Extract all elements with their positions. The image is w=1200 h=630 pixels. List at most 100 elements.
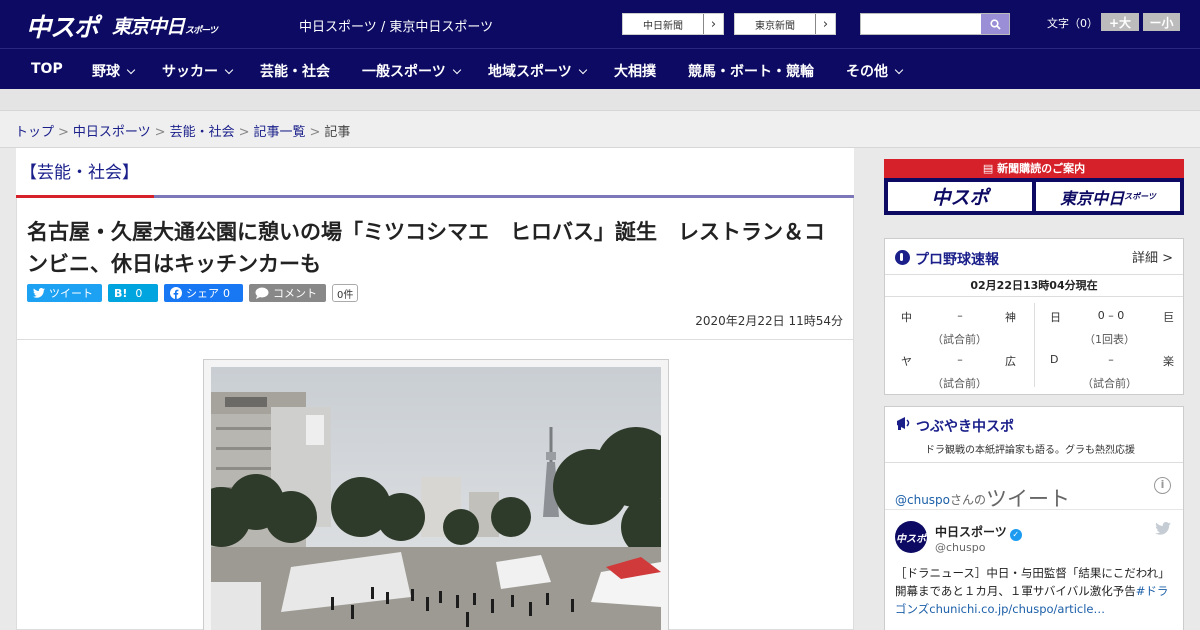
nav-label: TOP xyxy=(31,61,63,77)
timeline-word: ツイート xyxy=(986,487,1071,511)
nav-item-other[interactable]: その他 xyxy=(846,61,904,81)
twitter-timeline: @chuspoさんのツイート i 中スポ 中日スポーツ ✓ @chuspo ［ドラ… xyxy=(885,464,1183,630)
comment-button[interactable]: コメント xyxy=(249,284,326,302)
search-input[interactable] xyxy=(861,14,982,34)
baseball-card-header: プロ野球速報 詳細 > xyxy=(885,239,1183,275)
baseball-details-link[interactable]: 詳細 > xyxy=(1132,247,1173,266)
chevron-right-icon: › xyxy=(703,14,723,34)
chunichi-shimbun-label: 中日新聞 xyxy=(643,20,683,32)
nav-item-top[interactable]: TOP xyxy=(31,61,63,77)
game-away-team: 楽 xyxy=(1163,355,1174,368)
chevron-right-icon: › xyxy=(815,14,835,34)
timeline-handle[interactable]: @chuspo xyxy=(895,493,950,507)
verified-badge-icon: ✓ xyxy=(1009,529,1022,541)
site-header: 中スポ 東京中日スポーツ 中日スポーツ / 東京中日スポーツ 中日新聞 › 東京… xyxy=(0,0,1200,48)
game-score: – xyxy=(1108,353,1114,366)
font-size-label: 文字（0） xyxy=(1047,17,1098,30)
baseball-scores-card: プロ野球速報 詳細 > 02月22日13時04分現在 中 – 神 （試合前） 日… xyxy=(884,238,1184,395)
nav-label: 一般スポーツ xyxy=(362,64,446,80)
game-away-team: 巨 xyxy=(1163,311,1174,324)
twitter-card: つぶやき中スポ ドラ観戦の本紙評論家も語る。グラも熱烈応援 @chuspoさんの… xyxy=(884,406,1184,630)
font-smaller-button[interactable]: ー小 xyxy=(1143,13,1180,31)
tweet[interactable]: 中スポ 中日スポーツ ✓ @chuspo ［ドラニュース］中日・与田監督「結果にこ… xyxy=(885,510,1183,630)
article-photo[interactable] xyxy=(203,359,669,630)
tokyo-shimbun-label: 東京新聞 xyxy=(755,20,795,32)
nav-item-soccer[interactable]: サッカー xyxy=(162,61,234,81)
main-nav: TOP 野球 サッカー 芸能・社会 一般スポーツ 地域スポーツ 大相撲 競馬・ボ… xyxy=(0,48,1200,89)
timeline-title: @chuspoさんのツイート xyxy=(895,481,1070,511)
breadcrumb-top[interactable]: トップ xyxy=(15,125,54,140)
search-button[interactable] xyxy=(981,14,1009,34)
game-status: （試合前） xyxy=(932,377,987,390)
twitter-bird-icon xyxy=(33,288,45,298)
tokyo-subscribe-logo-text: 東京中日 xyxy=(1060,188,1125,208)
baseball-icon xyxy=(895,250,910,265)
facebook-share-button[interactable]: シェア 0 xyxy=(164,284,243,302)
game-status: （1回表） xyxy=(1084,333,1135,346)
chevron-down-icon xyxy=(578,65,587,75)
timeline-san: さんの xyxy=(950,493,987,507)
main-content: 【芸能・社会】 名古屋・久屋大通公園に憩いの場「ミツコシマエ ヒロバス」誕生 レ… xyxy=(16,148,854,630)
chuspo-logo[interactable]: 中スポ xyxy=(26,8,99,44)
nav-item-sumo[interactable]: 大相撲 xyxy=(614,61,656,81)
search-box xyxy=(860,13,1010,35)
twitter-card-subtitle: ドラ観戦の本紙評論家も語る。グラも熱烈応援 xyxy=(925,445,1135,456)
chevron-down-icon xyxy=(224,65,234,75)
subscription-title-text: 新聞購読のご案内 xyxy=(997,162,1086,175)
nav-item-racing[interactable]: 競馬・ボート・競輪 xyxy=(688,61,814,81)
nav-label: 大相撲 xyxy=(614,64,656,80)
breadcrumb-article-list[interactable]: 記事一覧 xyxy=(254,125,306,140)
site-tagline: 中日スポーツ / 東京中日スポーツ xyxy=(299,20,494,35)
game-home-team: 日 xyxy=(1050,311,1061,324)
comment-count: 0件 xyxy=(332,284,359,302)
nav-label: 競馬・ボート・競輪 xyxy=(688,64,814,80)
font-larger-button[interactable]: +大 xyxy=(1101,13,1139,31)
breadcrumb-bar: トップ > 中日スポーツ > 芸能・社会 > 記事一覧 > 記事 xyxy=(0,111,1200,148)
breadcrumb: トップ > 中日スポーツ > 芸能・社会 > 記事一覧 > 記事 xyxy=(15,121,350,140)
chunichi-shimbun-link[interactable]: 中日新聞 › xyxy=(622,13,724,35)
tweet-label: ツイート xyxy=(49,287,93,300)
chevron-down-icon xyxy=(894,65,904,75)
subscription-banner[interactable]: ▤ 新聞購読のご案内 中スポ 東京中日 スポーツ xyxy=(884,159,1184,215)
breadcrumb-current: 記事 xyxy=(324,125,351,140)
breadcrumb-separator: > xyxy=(58,125,69,140)
nav-label: 芸能・社会 xyxy=(260,64,330,80)
subscription-title: ▤ 新聞購読のご案内 xyxy=(884,159,1184,178)
tokyo-subscribe-logo[interactable]: 東京中日 スポーツ xyxy=(1036,182,1180,211)
breadcrumb-chuspo[interactable]: 中日スポーツ xyxy=(73,125,151,140)
avatar[interactable]: 中スポ xyxy=(895,521,927,553)
game-score: 0 – 0 xyxy=(1097,309,1125,322)
tweet-author-name[interactable]: 中日スポーツ ✓ xyxy=(935,523,1022,541)
nav-item-baseball[interactable]: 野球 xyxy=(92,61,136,81)
hatena-bookmark-button[interactable]: B! 0 xyxy=(108,284,158,302)
tokyo-shimbun-link[interactable]: 東京新聞 › xyxy=(734,13,836,35)
game-status: （試合前） xyxy=(1082,377,1137,390)
nav-item-entertainment[interactable]: 芸能・社会 xyxy=(260,61,330,81)
newspaper-icon: ▤ xyxy=(982,162,998,175)
twitter-card-title: つぶやき中スポ xyxy=(916,419,1014,435)
nav-item-local-sports[interactable]: 地域スポーツ xyxy=(488,61,587,81)
tweet-button[interactable]: ツイート xyxy=(27,284,102,302)
baseball-card-title: プロ野球速報 xyxy=(915,252,999,268)
tokyo-chunichi-logo[interactable]: 東京中日スポーツ xyxy=(112,12,218,39)
hatena-label: B! xyxy=(114,286,128,300)
game-home-team: D xyxy=(1050,353,1059,366)
nav-label: その他 xyxy=(846,64,888,80)
game-score: – xyxy=(957,309,963,322)
facebook-count: 0 xyxy=(223,286,230,300)
tweet-author-handle[interactable]: @chuspo xyxy=(935,541,985,554)
tweet-link[interactable]: chunichi.co.jp/chuspo/article… xyxy=(929,602,1105,616)
publish-date: 2020年2月22日 11時54分 xyxy=(695,314,843,328)
chuspo-subscribe-logo[interactable]: 中スポ xyxy=(888,182,1032,211)
park-photo-image xyxy=(211,367,661,630)
twitter-bird-icon[interactable] xyxy=(1155,522,1171,535)
speech-bubble-icon xyxy=(255,287,269,299)
ad-band xyxy=(0,89,1200,111)
nav-item-general-sports[interactable]: 一般スポーツ xyxy=(362,61,461,81)
game-status: （試合前） xyxy=(932,333,987,346)
info-icon[interactable]: i xyxy=(1154,477,1171,494)
search-icon xyxy=(989,18,1001,30)
game-away-team: 広 xyxy=(1005,355,1016,368)
breadcrumb-separator: > xyxy=(238,125,250,140)
breadcrumb-entertainment[interactable]: 芸能・社会 xyxy=(170,125,235,140)
